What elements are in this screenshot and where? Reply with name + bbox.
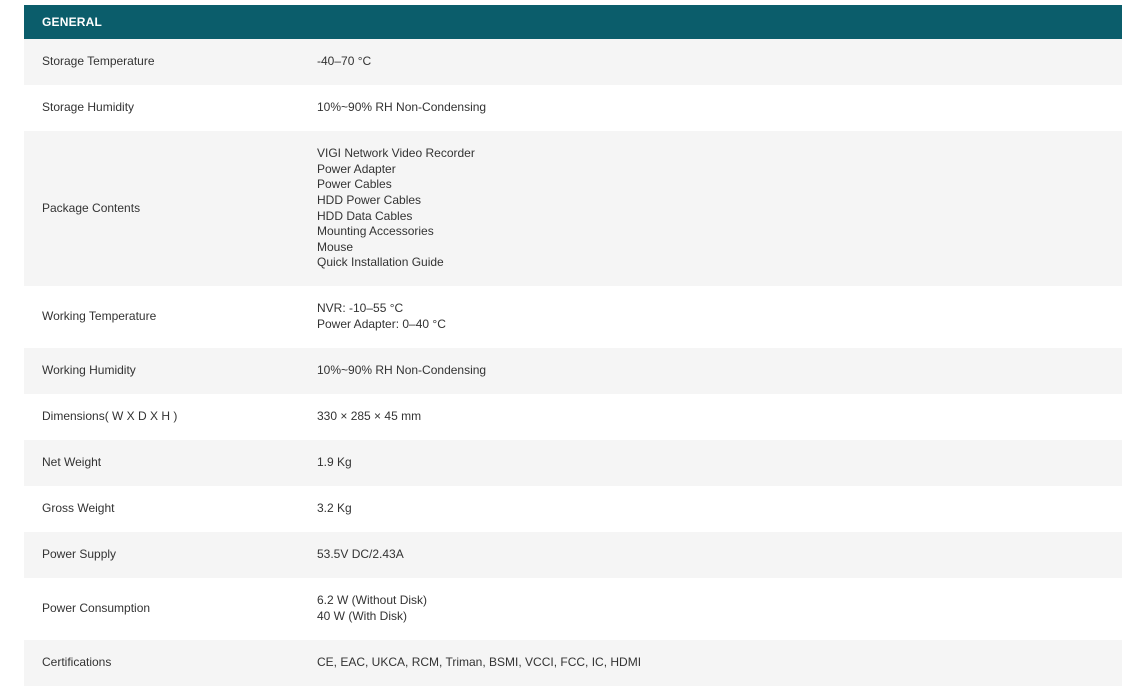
spec-label: Gross Weight (42, 501, 115, 516)
spec-value: 1.9 Kg (299, 455, 1122, 471)
spec-row-package-contents: Package Contents VIGI Network Video Reco… (24, 131, 1122, 286)
spec-label: Net Weight (42, 455, 102, 470)
spec-table: GENERAL Storage Temperature -40–70 °C St… (24, 5, 1122, 686)
spec-value-line: Power Adapter: 0–40 °C (317, 317, 446, 331)
spec-label: Dimensions( W X D X H ) (42, 409, 178, 424)
spec-value-line: 6.2 W (Without Disk) (317, 593, 428, 608)
spec-value-line: VIGI Network Video Recorder (317, 146, 475, 161)
spec-row-power-consumption: Power Consumption 6.2 W (Without Disk) 4… (24, 578, 1122, 640)
spec-value-line: 330 × 285 × 45 mm (317, 409, 422, 424)
spec-value-line: HDD Data Cables (317, 208, 413, 223)
spec-row-dimensions: Dimensions( W X D X H ) 330 × 285 × 45 m… (24, 394, 1122, 440)
spec-label: Storage Humidity (42, 100, 135, 115)
spec-value-line: 10%~90% RH Non-Condensing (317, 100, 487, 115)
spec-value-line: Mouse (317, 239, 354, 254)
spec-value: 53.5V DC/2.43A (299, 547, 1122, 563)
spec-value: NVR: -10–55 °C Power Adapter: 0–40 °C (299, 301, 1122, 332)
spec-row-power-supply: Power Supply 53.5V DC/2.43A (24, 532, 1122, 578)
spec-label: Working Humidity (42, 363, 136, 378)
spec-value-line: CE, EAC, UKCA, RCM, Triman, BSMI, VCCI, … (317, 655, 642, 670)
spec-value-line: Power Cables (317, 177, 392, 192)
spec-row-gross-weight: Gross Weight 3.2 Kg (24, 486, 1122, 532)
spec-value: -40–70 °C (299, 54, 1122, 70)
spec-label: Package Contents (42, 200, 141, 215)
spec-label: Working Temperature (42, 309, 157, 324)
spec-row-storage-humidity: Storage Humidity 10%~90% RH Non-Condensi… (24, 85, 1122, 131)
spec-value-line: HDD Power Cables (317, 192, 422, 207)
spec-value: CE, EAC, UKCA, RCM, Triman, BSMI, VCCI, … (299, 655, 1122, 671)
spec-row-working-temperature: Working Temperature NVR: -10–55 °C Power… (24, 286, 1122, 348)
spec-value-line: Mounting Accessories (317, 224, 434, 239)
spec-value-line: 40 W (With Disk) (317, 609, 407, 623)
spec-label: Power Consumption (42, 601, 151, 616)
spec-value-line: 3.2 Kg (317, 501, 352, 516)
spec-label: Power Supply (42, 547, 117, 562)
section-title: GENERAL (42, 15, 103, 29)
spec-value-line: Quick Installation Guide (317, 255, 444, 270)
spec-row-net-weight: Net Weight 1.9 Kg (24, 440, 1122, 486)
spec-row-storage-temperature: Storage Temperature -40–70 °C (24, 39, 1122, 85)
spec-label: Certifications (42, 655, 112, 670)
spec-value-line: NVR: -10–55 °C (317, 301, 404, 316)
section-header: GENERAL (24, 5, 1122, 39)
spec-value: 10%~90% RH Non-Condensing (299, 100, 1122, 116)
spec-value-line: -40–70 °C (317, 54, 372, 69)
spec-value: 10%~90% RH Non-Condensing (299, 363, 1122, 379)
spec-value-line: Power Adapter (317, 161, 396, 176)
spec-row-certifications: Certifications CE, EAC, UKCA, RCM, Trima… (24, 640, 1122, 686)
spec-value: VIGI Network Video Recorder Power Adapte… (299, 146, 1122, 271)
spec-value-line: 53.5V DC/2.43A (317, 547, 404, 562)
spec-row-working-humidity: Working Humidity 10%~90% RH Non-Condensi… (24, 348, 1122, 394)
spec-label: Storage Temperature (42, 54, 155, 69)
spec-value: 330 × 285 × 45 mm (299, 409, 1122, 425)
spec-value: 6.2 W (Without Disk) 40 W (With Disk) (299, 593, 1122, 624)
spec-value-line: 10%~90% RH Non-Condensing (317, 363, 487, 378)
spec-value-line: 1.9 Kg (317, 455, 352, 470)
spec-value: 3.2 Kg (299, 501, 1122, 517)
